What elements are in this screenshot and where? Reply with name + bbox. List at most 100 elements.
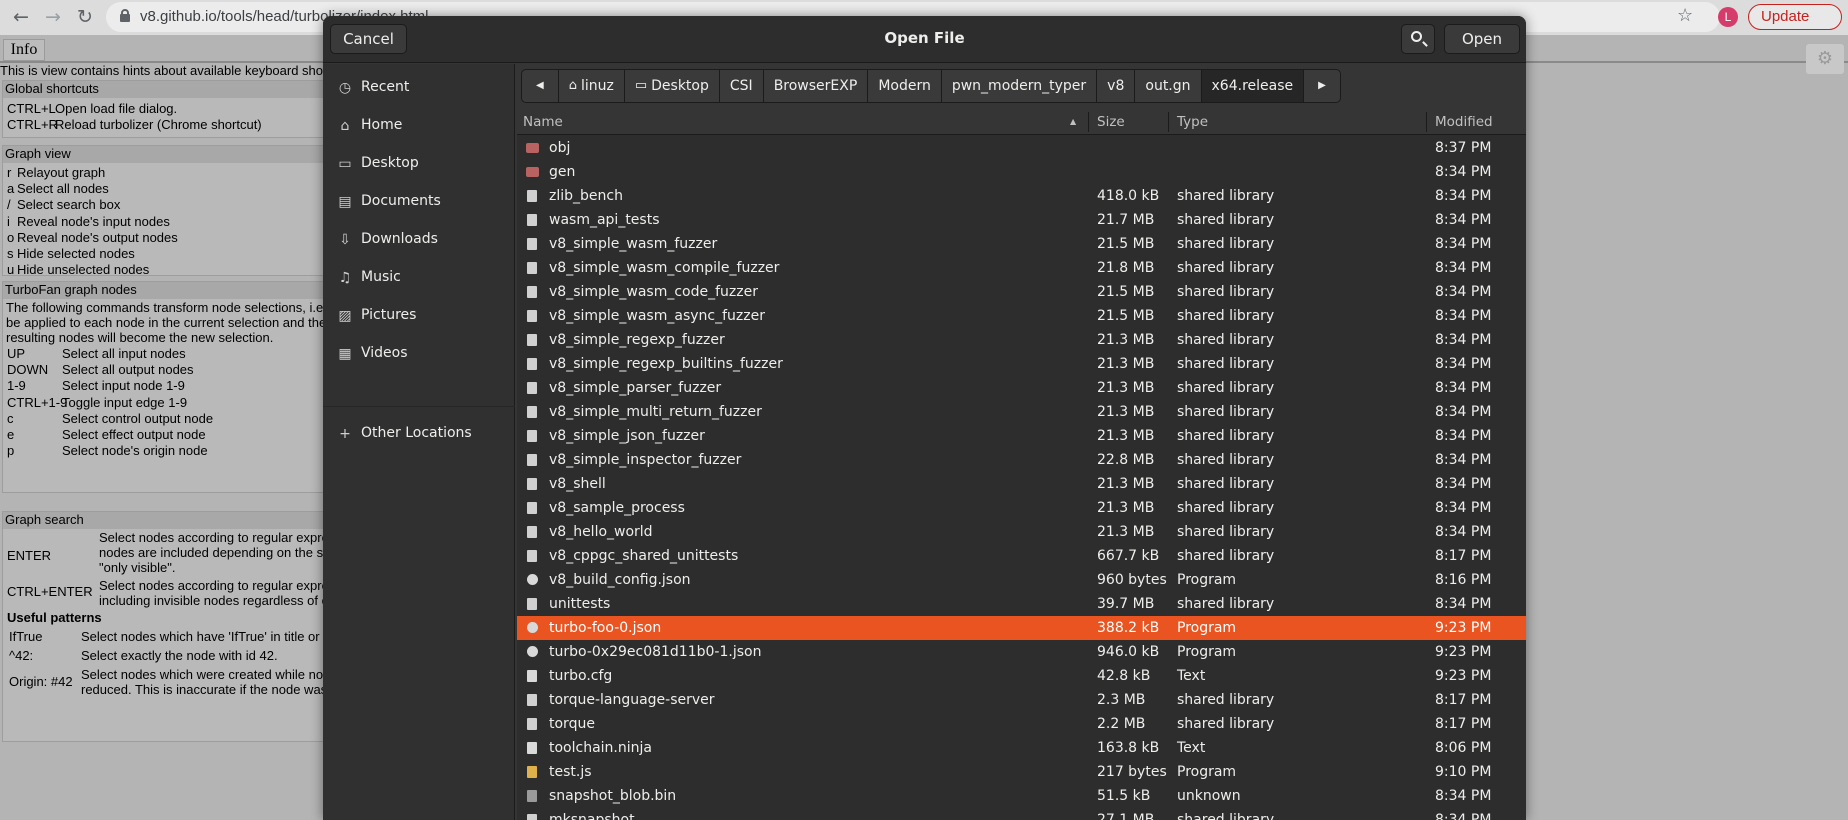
desktop-icon: ▭	[338, 156, 352, 172]
file-row[interactable]: v8_simple_multi_return_fuzzer 21.3 MB shar…	[517, 400, 1526, 424]
sidebar-item-music[interactable]: ♫ Music	[323, 260, 515, 296]
file-row[interactable]: v8_simple_regexp_builtins_fuzzer 21.3 MB s…	[517, 352, 1526, 376]
file-type: unknown	[1177, 788, 1241, 804]
library-file-icon	[527, 502, 537, 514]
file-row[interactable]: torque-language-server 2.3 MB shared libra…	[517, 688, 1526, 712]
file-modified: 8:17 PM	[1435, 548, 1492, 564]
shortcut-desc: Select input node 1-9	[62, 378, 185, 394]
file-row[interactable]: mksnapshot 27.1 MB shared library 8:34 PM	[517, 808, 1526, 820]
sidebar-item-desktop[interactable]: ▭ Desktop	[323, 146, 515, 182]
home-icon: ⌂	[568, 78, 577, 93]
shortcut-row: c Select control output node	[7, 411, 213, 426]
file-row[interactable]: turbo-0x29ec081d11b0-1.json 946.0 kB Progr…	[517, 640, 1526, 664]
library-file-icon	[527, 214, 537, 226]
file-size: 21.5 MB	[1097, 308, 1155, 324]
file-row[interactable]: torque 2.2 MB shared library 8:17 PM	[517, 712, 1526, 736]
file-size: 2.3 MB	[1097, 692, 1146, 708]
column-separator	[1088, 112, 1089, 132]
path-crumb-linuz[interactable]: ⌂ linuz	[557, 69, 625, 103]
file-row[interactable]: unittests 39.7 MB shared library 8:34 PM	[517, 592, 1526, 616]
bookmark-star-icon[interactable]: ☆	[1677, 5, 1693, 26]
executable-icon	[527, 622, 538, 633]
path-crumb-csi[interactable]: CSI	[718, 69, 764, 103]
file-name: gen	[549, 164, 576, 180]
pattern-desc: Select nodes which have 'IfTrue' in titl…	[81, 629, 320, 644]
profile-avatar[interactable]: L	[1718, 7, 1738, 27]
path-scroll-right[interactable]: ▶	[1303, 69, 1341, 103]
sidebar-item-videos[interactable]: ▦ Videos	[323, 336, 515, 372]
file-row[interactable]: v8_simple_wasm_compile_fuzzer 21.8 MB shar…	[517, 256, 1526, 280]
file-row[interactable]: snapshot_blob.bin 51.5 kB unknown 8:34 PM	[517, 784, 1526, 808]
path-crumb-pwn-modern-typer[interactable]: pwn_modern_typer	[940, 69, 1098, 103]
file-row[interactable]: test.js 217 bytes Program 9:10 PM	[517, 760, 1526, 784]
clock-icon: ◷	[338, 80, 352, 96]
library-file-icon	[527, 190, 537, 202]
shortcut-key: r	[7, 165, 12, 180]
reload-icon[interactable]: ↻	[72, 4, 98, 30]
file-row[interactable]: v8_simple_wasm_fuzzer 21.5 MB shared libra…	[517, 232, 1526, 256]
file-modified: 8:17 PM	[1435, 716, 1492, 732]
file-modified: 8:34 PM	[1435, 524, 1492, 540]
file-row[interactable]: v8_build_config.json 960 bytes Program 8:16…	[517, 568, 1526, 592]
file-type: Text	[1177, 668, 1206, 684]
file-row[interactable]: v8_shell 21.3 MB shared library 8:34 PM	[517, 472, 1526, 496]
search-button[interactable]	[1401, 24, 1435, 54]
sidebar-item-downloads[interactable]: ⇩ Downloads	[323, 222, 515, 258]
shortcut-row: CTRL+1-9 Toggle input edge 1-9	[7, 394, 187, 410]
sidebar-item-recent[interactable]: ◷ Recent	[323, 70, 515, 106]
file-size: 21.3 MB	[1097, 500, 1155, 516]
file-row[interactable]: v8_simple_json_fuzzer 21.3 MB shared libra…	[517, 424, 1526, 448]
lock-icon[interactable]	[120, 9, 130, 22]
file-row[interactable]: turbo-foo-0.json 388.2 kB Program 9:23 PM	[517, 616, 1526, 640]
column-name-header[interactable]: Name	[523, 114, 563, 130]
file-row[interactable]: turbo.cfg 42.8 kB Text 9:23 PM	[517, 664, 1526, 688]
file-row[interactable]: v8_simple_parser_fuzzer 21.3 MB shared lib…	[517, 376, 1526, 400]
file-row[interactable]: gen 8:34 PM	[517, 160, 1526, 184]
file-size: 51.5 kB	[1097, 788, 1151, 804]
script-file-icon	[527, 766, 537, 778]
library-file-icon	[527, 526, 537, 538]
path-crumb-modern[interactable]: Modern	[867, 69, 942, 103]
shortcut-desc: Select node's origin node	[62, 443, 208, 459]
file-row[interactable]: v8_simple_regexp_fuzzer 21.3 MB shared lib…	[517, 328, 1526, 352]
column-separator	[1426, 112, 1427, 132]
file-modified: 8:16 PM	[1435, 572, 1492, 588]
file-name: v8_simple_wasm_code_fuzzer	[549, 284, 758, 300]
file-row[interactable]: v8_cppgc_shared_unittests 667.7 kB shared …	[517, 544, 1526, 568]
forward-icon[interactable]: →	[40, 4, 66, 30]
back-icon[interactable]: ←	[8, 4, 34, 30]
shortcut-key: UP	[7, 346, 26, 361]
column-modified-header[interactable]: Modified	[1435, 114, 1493, 130]
open-button[interactable]: Open	[1444, 24, 1520, 54]
pattern-desc: Select exactly the node with id 42.	[81, 648, 278, 663]
shortcut-desc: Select effect output node	[62, 427, 206, 442]
tab-info[interactable]: Info	[3, 39, 45, 61]
path-crumb-x64-release[interactable]: x64.release	[1200, 69, 1305, 103]
path-crumb-out-gn[interactable]: out.gn	[1134, 69, 1202, 103]
shortcut-key: CTRL+1-9	[7, 394, 68, 410]
file-name: v8_sample_process	[549, 500, 685, 516]
sidebar-item-other-locations[interactable]: + Other Locations	[323, 416, 515, 452]
file-row[interactable]: zlib_bench 418.0 kB shared library 8:34 PM	[517, 184, 1526, 208]
sidebar-item-home[interactable]: ⌂ Home	[323, 108, 515, 144]
path-crumb-browserexp[interactable]: BrowserEXP	[762, 69, 869, 103]
file-row[interactable]: wasm_api_tests 21.7 MB shared library 8:34 …	[517, 208, 1526, 232]
file-row[interactable]: v8_hello_world 21.3 MB shared library 8:34 …	[517, 520, 1526, 544]
file-row[interactable]: v8_simple_wasm_async_fuzzer 21.5 MB shared…	[517, 304, 1526, 328]
file-row[interactable]: v8_simple_wasm_code_fuzzer 21.5 MB shared …	[517, 280, 1526, 304]
column-size-header[interactable]: Size	[1097, 114, 1125, 130]
file-type: shared library	[1177, 284, 1275, 300]
file-row[interactable]: toolchain.ninja 163.8 kB Text 8:06 PM	[517, 736, 1526, 760]
update-button[interactable]: Update	[1748, 4, 1842, 30]
graph-toolbar-icon[interactable]: ⚙	[1806, 44, 1844, 74]
file-row[interactable]: obj 8:37 PM	[517, 136, 1526, 160]
path-crumb-v8[interactable]: v8	[1096, 69, 1136, 103]
path-scroll-left[interactable]: ◀	[521, 69, 559, 103]
sidebar-item-documents[interactable]: ▤ Documents	[323, 184, 515, 220]
sidebar-item-pictures[interactable]: ▨ Pictures	[323, 298, 515, 334]
path-crumb-desktop[interactable]: ▭ Desktop	[623, 69, 720, 103]
file-row[interactable]: v8_simple_inspector_fuzzer 22.8 MB shared …	[517, 448, 1526, 472]
file-row[interactable]: v8_sample_process 21.3 MB shared library 8:…	[517, 496, 1526, 520]
path-crumb-label: Desktop	[651, 78, 709, 94]
column-type-header[interactable]: Type	[1177, 114, 1208, 130]
